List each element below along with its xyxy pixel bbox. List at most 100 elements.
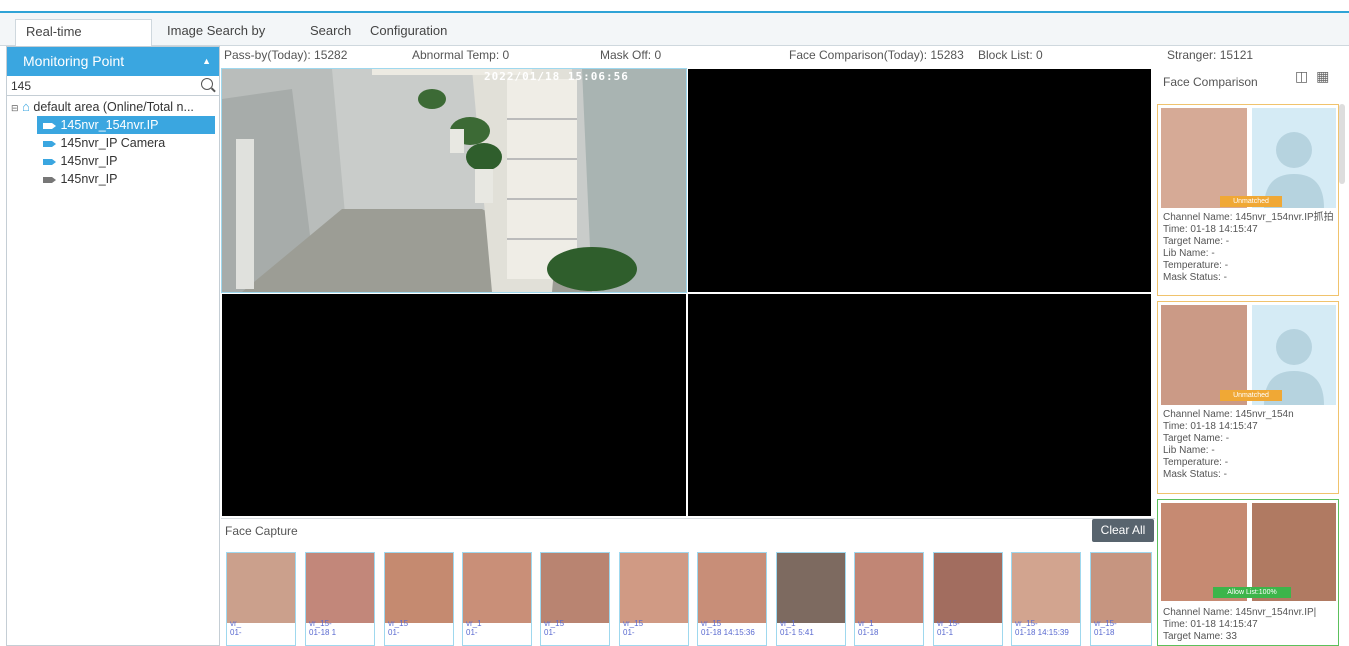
unmatched-badge: Unmatched — [1220, 390, 1282, 401]
face-image — [620, 553, 688, 623]
card-details: Channel Name: 145nvr_154nvr.IP| Time: 01… — [1163, 607, 1316, 643]
monitoring-point-header[interactable]: Monitoring Point ▲ — [7, 47, 219, 76]
camera-icon — [43, 140, 56, 147]
camera-offline-icon — [43, 176, 56, 183]
face-image — [385, 553, 453, 623]
unmatched-badge: Unmatched — [1220, 196, 1282, 207]
face-image — [463, 553, 531, 623]
channel-name: Channel Name: 145nvr_154n — [1163, 409, 1294, 420]
video-window-4[interactable] — [688, 294, 1151, 516]
stat-abnormal-temp: Abnormal Temp: 0 — [412, 48, 510, 62]
video-timestamp: 2022/01/18 15:06:56 — [484, 70, 629, 83]
lib-name: Lib Name: - — [1163, 445, 1215, 456]
capture-thumb[interactable]: vr_15- 01-18 — [1090, 552, 1152, 646]
face-image — [855, 553, 923, 623]
card-details: Channel Name: 145nvr_154n Time: 01-18 14… — [1163, 409, 1294, 481]
capture-time: Time: 01-18 14:15:47 — [1163, 619, 1258, 630]
capture-thumb[interactable]: vr_15 01- — [540, 552, 610, 646]
tab-real-time-monitoring[interactable]: Real-time Monitoring — [15, 19, 152, 63]
temperature: Temperature: - — [1163, 260, 1229, 271]
comparison-card[interactable]: Allow List:100% Channel Name: 145nvr_154… — [1157, 499, 1339, 646]
thumb-caption: vr_15- 01-1 — [937, 619, 960, 637]
capture-thumb[interactable]: vr_ 01- — [226, 552, 296, 646]
capture-thumb[interactable]: vr_15 01- — [384, 552, 454, 646]
stat-block-list: Block List: 0 — [978, 48, 1043, 62]
face-capture-bar: Face Capture Clear All — [221, 518, 1155, 542]
mask-status: Mask Status: - — [1163, 469, 1227, 480]
tree-channel-1[interactable]: 145nvr_154nvr.IP — [37, 116, 215, 134]
panel-toolbar: ◫ ▦ — [1295, 68, 1329, 85]
thumb-caption: vr_1 01-1 5:41 — [780, 619, 814, 637]
collapse-icon[interactable]: ▲ — [202, 47, 211, 76]
face-image — [1012, 553, 1080, 623]
face-capture-label: Face Capture — [225, 524, 298, 538]
temperature: Temperature: - — [1163, 457, 1229, 468]
video-window-1[interactable]: 2022/01/18 15:06:56 — [221, 68, 687, 293]
stat-pass-by: Pass-by(Today): 15282 — [224, 48, 348, 62]
capture-thumb[interactable]: vr_1 01-18 — [854, 552, 924, 646]
target-name: Target Name: - — [1163, 433, 1230, 444]
thumb-caption: vr_15 01- — [388, 619, 409, 637]
capture-thumb[interactable]: vr_15- 01-18 1 — [305, 552, 375, 646]
face-comparison-title: Face Comparison — [1163, 75, 1258, 89]
tab-configuration[interactable]: Configuration — [360, 19, 460, 45]
placeholder-avatar — [1252, 108, 1336, 208]
tree-root-area[interactable]: ⊟ ⌂ default area (Online/Total n... — [11, 98, 194, 116]
video-window-2[interactable] — [688, 69, 1151, 292]
stat-mask-off: Mask Off: 0 — [600, 48, 662, 62]
camera-icon — [43, 122, 56, 129]
channel-label: 145nvr_IP Camera — [60, 136, 166, 150]
capture-thumb[interactable]: vr_1 01-1 5:41 — [776, 552, 846, 646]
comparison-scrollbar[interactable] — [1339, 104, 1345, 184]
tree-channel-3[interactable]: 145nvr_IP — [43, 152, 117, 170]
comparison-card[interactable]: Unmatched Channel Name: 145nvr_154nvr.IP… — [1157, 104, 1339, 296]
card-details: Channel Name: 145nvr_154nvr.IP抓拍 Time: 0… — [1163, 212, 1334, 284]
thumb-caption: vr_15- 01-18 1 — [309, 619, 337, 637]
channel-label: 145nvr_IP — [60, 172, 118, 186]
capture-time: Time: 01-18 14:15:47 — [1163, 421, 1258, 432]
channel-label: 145nvr_IP — [60, 154, 118, 168]
person-silhouette-icon — [1264, 132, 1324, 208]
face-image — [306, 553, 374, 623]
search-value: 145 — [11, 79, 32, 93]
thumb-caption: vr_15 01- — [623, 619, 644, 637]
allow-list-badge: Allow List:100% — [1213, 587, 1291, 598]
channel-label: 145nvr_154nvr.IP — [60, 118, 159, 132]
grid-view-icon[interactable]: ▦ — [1316, 68, 1329, 84]
lib-name: Lib Name: - — [1163, 248, 1215, 259]
tree-channel-4[interactable]: 145nvr_IP — [43, 170, 117, 188]
target-name: Target Name: - — [1163, 236, 1230, 247]
capture-thumb[interactable]: vr_1 01- — [462, 552, 532, 646]
main-tab-bar: Real-time Monitoring Image Search by Fac… — [0, 13, 1349, 63]
search-icon[interactable] — [201, 78, 213, 90]
collapse-tree-icon[interactable]: ⊟ — [11, 103, 19, 113]
delete-icon[interactable]: ◫ — [1295, 68, 1308, 84]
captured-face-image — [1161, 108, 1247, 208]
tab-image-search-by-face[interactable]: Image Search by Face — [157, 19, 295, 62]
thumb-caption: vr_15- 01-18 — [1094, 619, 1117, 637]
face-image — [698, 553, 766, 623]
capture-thumb[interactable]: vr_15- 01-18 14:15:39 — [1011, 552, 1081, 646]
video-window-3[interactable] — [222, 294, 686, 516]
stat-face-comparison: Face Comparison(Today): 15283 — [789, 48, 964, 62]
panel-title: Monitoring Point — [23, 53, 125, 69]
device-search-input[interactable]: 145 — [7, 76, 219, 96]
thumb-caption: vr_1 01- — [466, 619, 482, 637]
capture-thumb[interactable]: vr_15 01-18 14:15:36 — [697, 552, 767, 646]
thumb-caption: vr_15 01- — [544, 619, 565, 637]
capture-thumb[interactable]: vr_15 01- — [619, 552, 689, 646]
thumb-caption: vr_1 01-18 — [858, 619, 879, 637]
face-image — [227, 553, 295, 623]
comparison-card[interactable]: Unmatched Channel Name: 145nvr_154n Time… — [1157, 301, 1339, 494]
monitoring-point-panel: Monitoring Point ▲ 145 ⊟ ⌂ default area … — [6, 46, 220, 646]
channel-name: Channel Name: 145nvr_154nvr.IP| — [1163, 607, 1317, 618]
area-label: default area (Online/Total n... — [33, 100, 194, 114]
clear-all-button[interactable]: Clear All — [1092, 519, 1154, 542]
capture-thumb[interactable]: vr_15- 01-1 — [933, 552, 1003, 646]
corridor-camera-feed — [222, 69, 686, 292]
face-image — [777, 553, 845, 623]
tree-channel-2[interactable]: 145nvr_IP Camera — [43, 134, 165, 152]
tab-search[interactable]: Search — [300, 19, 355, 45]
thumb-caption: vr_ 01- — [230, 619, 242, 637]
camera-icon — [43, 158, 56, 165]
